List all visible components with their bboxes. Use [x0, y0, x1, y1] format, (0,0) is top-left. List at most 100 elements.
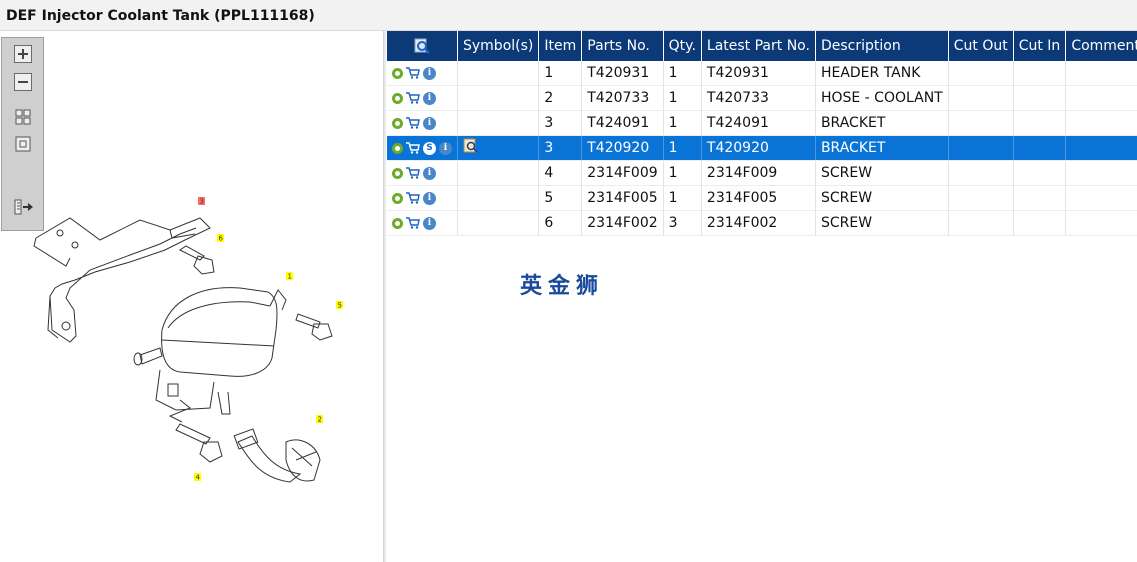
- info-icon[interactable]: i: [423, 66, 436, 80]
- description-cell: SCREW: [815, 160, 949, 186]
- find-column-header[interactable]: [387, 31, 458, 61]
- find-icon[interactable]: [414, 38, 430, 54]
- row-actions-cell: i: [387, 185, 458, 211]
- table-row[interactable]: Si 3 T420920 1 T420920 BRACKET: [387, 135, 1137, 161]
- latest-part-no-cell: T424091: [701, 110, 816, 136]
- pane-splitter[interactable]: [383, 31, 386, 562]
- row-actions: i: [392, 116, 452, 130]
- item-cell: 6: [538, 210, 583, 236]
- row-actions: i: [392, 191, 452, 205]
- info-icon[interactable]: i: [423, 91, 436, 105]
- cut-out-cell: [948, 210, 1014, 236]
- cut-in-cell: [1013, 110, 1067, 136]
- table-row[interactable]: i 3 T424091 1 T424091 BRACKET: [387, 110, 1137, 136]
- latest-part-no-cell: 2314F002: [701, 210, 816, 236]
- row-actions: i: [392, 91, 452, 105]
- cart-icon[interactable]: [406, 117, 420, 129]
- cut-in-cell: [1013, 61, 1067, 86]
- qty-cell: 1: [663, 85, 702, 111]
- title-bar: DEF Injector Coolant Tank (PPL111168): [0, 0, 1137, 31]
- column-header-comment[interactable]: Comment: [1065, 31, 1137, 61]
- qty-cell: 1: [663, 160, 702, 186]
- callout-label: 4: [196, 474, 201, 482]
- table-row[interactable]: i 2 T420733 1 T420733 HOSE - COOLANT: [387, 85, 1137, 111]
- parts-diagram: 3 6 1 5 2 4: [33, 197, 343, 483]
- qty-cell: 1: [663, 61, 702, 86]
- actual-size-button[interactable]: [14, 135, 32, 153]
- item-cell: 3: [538, 110, 583, 136]
- cart-icon[interactable]: [406, 192, 420, 204]
- configure-icon[interactable]: [392, 167, 403, 179]
- fit-grid-button[interactable]: [14, 108, 32, 126]
- comment-cell: [1065, 135, 1137, 161]
- table-header-row: Symbol(s) Item Parts No. Qty. Latest Par…: [387, 31, 1137, 61]
- qty-cell: 1: [663, 110, 702, 136]
- description-cell: BRACKET: [815, 110, 949, 136]
- info-icon[interactable]: i: [423, 116, 436, 130]
- qty-cell: 1: [663, 135, 702, 161]
- drawing-symbol-icon[interactable]: [463, 138, 479, 154]
- row-actions-cell: i: [387, 160, 458, 186]
- zoom-out-button[interactable]: [14, 73, 32, 91]
- selected-badge-icon[interactable]: S: [423, 141, 436, 155]
- item-cell: 4: [538, 160, 583, 186]
- symbols-cell: [457, 135, 540, 161]
- table-row[interactable]: i 4 2314F009 1 2314F009 SCREW: [387, 160, 1137, 186]
- column-header-cut-out[interactable]: Cut Out: [948, 31, 1014, 61]
- column-header-parts-no[interactable]: Parts No.: [581, 31, 664, 61]
- item-cell: 3: [538, 135, 583, 161]
- column-header-qty[interactable]: Qty.: [663, 31, 702, 61]
- info-icon[interactable]: i: [423, 166, 436, 180]
- watermark: 英金狮: [520, 274, 605, 299]
- cut-in-cell: [1013, 185, 1067, 211]
- table-row[interactable]: i 1 T420931 1 T420931 HEADER TANK: [387, 61, 1137, 86]
- bracket-drawing: [33, 217, 211, 343]
- callouts: 3 6 1 5 2 4: [194, 197, 343, 482]
- cart-icon[interactable]: [406, 167, 420, 179]
- configure-icon[interactable]: [392, 92, 403, 104]
- table-row[interactable]: i 5 2314F005 1 2314F005 SCREW: [387, 185, 1137, 211]
- info-icon[interactable]: i: [439, 141, 452, 155]
- cut-in-cell: [1013, 160, 1067, 186]
- comment-cell: [1065, 85, 1137, 111]
- info-icon[interactable]: i: [423, 191, 436, 205]
- parts-no-cell: T420931: [581, 61, 664, 86]
- configure-icon[interactable]: [392, 117, 403, 129]
- callout-label: 3: [200, 198, 204, 206]
- comment-cell: [1065, 210, 1137, 236]
- latest-part-no-cell: 2314F009: [701, 160, 816, 186]
- cart-icon[interactable]: [406, 92, 420, 104]
- parts-no-cell: 2314F005: [581, 185, 664, 211]
- comment-cell: [1065, 160, 1137, 186]
- row-actions-cell: i: [387, 210, 458, 236]
- latest-part-no-cell: T420920: [701, 135, 816, 161]
- row-actions: i: [392, 216, 452, 230]
- column-header-latest-part-no[interactable]: Latest Part No.: [701, 31, 816, 61]
- table-row[interactable]: i 6 2314F002 3 2314F002 SCREW: [387, 210, 1137, 236]
- configure-icon[interactable]: [392, 142, 403, 154]
- configure-icon[interactable]: [392, 217, 403, 229]
- column-header-symbols[interactable]: Symbol(s): [457, 31, 540, 61]
- cut-out-cell: [948, 160, 1014, 186]
- parts-no-cell: 2314F002: [581, 210, 664, 236]
- grid-icon: [15, 109, 31, 125]
- cart-icon[interactable]: [406, 217, 420, 229]
- zoom-in-button[interactable]: [14, 45, 32, 63]
- info-icon[interactable]: i: [423, 216, 436, 230]
- column-header-description[interactable]: Description: [815, 31, 949, 61]
- configure-icon[interactable]: [392, 192, 403, 204]
- cut-out-cell: [948, 185, 1014, 211]
- parts-no-cell: 2314F009: [581, 160, 664, 186]
- cart-icon[interactable]: [406, 142, 420, 154]
- latest-part-no-cell: T420733: [701, 85, 816, 111]
- row-actions-cell: i: [387, 110, 458, 136]
- cut-out-cell: [948, 135, 1014, 161]
- cut-in-cell: [1013, 135, 1067, 161]
- column-header-cut-in[interactable]: Cut In: [1013, 31, 1067, 61]
- configure-icon[interactable]: [392, 67, 403, 79]
- parts-no-cell: T424091: [581, 110, 664, 136]
- cart-icon[interactable]: [406, 67, 420, 79]
- column-header-item[interactable]: Item: [538, 31, 583, 61]
- parts-no-cell: T420733: [581, 85, 664, 111]
- screws-drawing: [175, 245, 333, 463]
